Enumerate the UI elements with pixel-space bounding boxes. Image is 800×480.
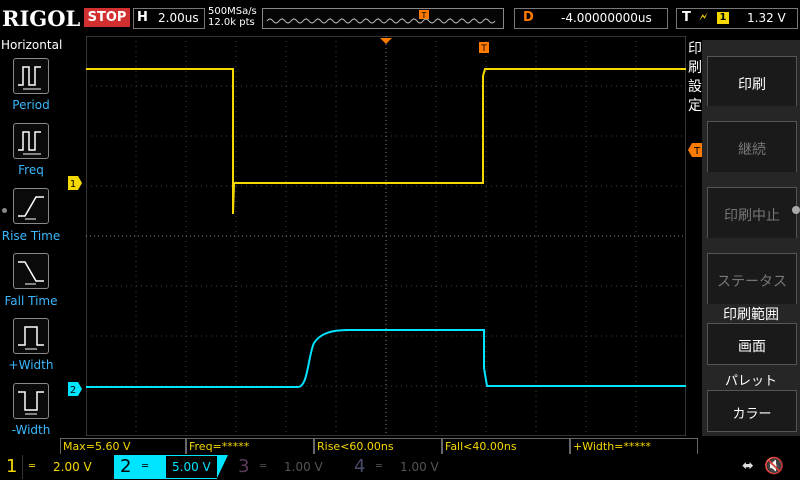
memory-depth: 12.0k pts [208, 17, 255, 28]
print-menu-title: 印刷設定 [688, 41, 702, 114]
rise-time-label: Rise Time [1, 229, 61, 243]
horizontal-key: H [137, 10, 148, 25]
measure-rise[interactable]: Rise<60.00ns [314, 438, 442, 455]
continue-button-label: 継続 [738, 142, 766, 158]
print-button-label: 印刷 [738, 77, 766, 93]
trigger-key: T [682, 10, 691, 25]
left-page-indicator [2, 208, 7, 213]
delay-value: -4.00000000us [561, 11, 652, 25]
print-range-select[interactable]: 画面 [707, 323, 797, 365]
ch2-active-tab[interactable]: 2 ═ 5.00 V [114, 455, 228, 479]
ch1-scale: 2.00 V [53, 460, 92, 474]
ch1-ground-label: 1 [70, 179, 76, 190]
negative-width-icon [18, 391, 44, 415]
delay-display[interactable]: D -4.00000000us [514, 8, 668, 29]
frequency-button[interactable] [13, 123, 49, 159]
ch3-scale: 1.00 V [284, 460, 323, 474]
ch3-number: 3 [238, 456, 250, 477]
fall-time-label: Fall Time [4, 294, 58, 308]
palette-label: パレット [724, 374, 777, 389]
timebase-value: 2.00us [158, 11, 199, 25]
ch2-number: 2 [120, 456, 132, 477]
waveform-overview[interactable]: T [262, 8, 504, 29]
usb-icon: ⬌ [742, 458, 754, 474]
delay-key: D [523, 10, 534, 25]
status-button-label: ステータス [717, 274, 787, 290]
period-label: Period [12, 98, 50, 112]
ch2-coupling-icon: ═ [142, 461, 149, 472]
fall-time-icon [18, 261, 44, 285]
ch1-scale-button[interactable]: ═ 2.00 V [22, 455, 111, 479]
frequency-label: Freq [18, 163, 44, 177]
trigger-level-marker-label: T [693, 146, 701, 157]
print-range-value: 画面 [738, 339, 766, 355]
frequency-icon [18, 131, 41, 155]
ch3-scale-button[interactable]: ═ 1.00 V [254, 455, 348, 479]
positive-width-button[interactable] [13, 318, 49, 354]
measure-fall[interactable]: Fall<40.00ns [442, 438, 570, 455]
continue-button[interactable]: 継続 [707, 121, 797, 178]
measure-max[interactable]: Max=5.60 V [60, 438, 186, 455]
ch2-ground-marker[interactable]: 2 [68, 382, 84, 396]
abort-print-button-label: 印刷中止 [724, 208, 780, 224]
positive-width-label: +Width [8, 358, 54, 372]
ch3-coupling-icon: ═ [260, 461, 267, 472]
rise-time-icon [18, 196, 44, 220]
horizontal-timebase[interactable]: H 2.00us [133, 8, 205, 29]
negative-width-label: -Width [11, 423, 51, 437]
measure-pwidth-text: +Width=***** [573, 440, 651, 453]
print-range-label: 印刷範囲 [723, 307, 779, 323]
ch4-coupling-icon: ═ [376, 461, 383, 472]
status-button[interactable]: ステータス [707, 253, 797, 310]
negative-width-button[interactable] [13, 383, 49, 419]
abort-print-button[interactable]: 印刷中止 [707, 187, 797, 244]
overview-trigger-label: T [421, 11, 427, 20]
trigger-source: 1 [717, 12, 729, 24]
measure-freq[interactable]: Freq=***** [186, 438, 314, 455]
ch4-number: 4 [354, 456, 366, 477]
measure-freq-text: Freq=***** [189, 440, 250, 453]
print-button[interactable]: 印刷 [707, 56, 797, 113]
measure-pwidth[interactable]: +Width=***** [570, 438, 698, 455]
measure-fall-text: Fall<40.00ns [445, 440, 517, 453]
trigger-display[interactable]: T 🗲 1 1.32 V [676, 8, 798, 29]
acquisition-info: 500MSa/s 12.0k pts [208, 6, 257, 28]
trigger-level-marker[interactable]: T [686, 143, 702, 157]
rising-edge-icon: 🗲 [699, 10, 708, 25]
ch4-scale: 1.00 V [400, 460, 439, 474]
ch2-ground-label: 2 [70, 385, 76, 396]
sound-mute-icon[interactable]: 🔇 [764, 456, 784, 475]
delay-trigger-marker-label: T [480, 44, 487, 54]
brand-logo: RIGOL [2, 6, 81, 31]
rise-time-button[interactable] [13, 188, 49, 224]
run-stop-button[interactable]: STOP [84, 8, 130, 27]
trigger-level: 1.32 V [747, 11, 786, 25]
period-button[interactable] [13, 58, 49, 94]
menu-page-indicator [792, 206, 800, 214]
ch1-number: 1 [6, 456, 18, 477]
period-icon [18, 66, 41, 90]
palette-select[interactable]: カラー [707, 390, 797, 432]
ch2-scale: 5.00 V [166, 456, 217, 478]
measure-max-text: Max=5.60 V [63, 440, 131, 453]
measure-rise-text: Rise<60.00ns [317, 440, 394, 453]
palette-value: カラー [732, 407, 772, 422]
ch1-ground-marker[interactable]: 1 [68, 176, 84, 190]
ch1-coupling-icon: ═ [29, 461, 36, 472]
fall-time-button[interactable] [13, 253, 49, 289]
sample-rate: 500MSa/s [208, 6, 257, 17]
positive-width-icon [18, 326, 44, 350]
overview-waveform: T [266, 10, 496, 24]
ch4-scale-button[interactable]: ═ 1.00 V [370, 455, 464, 479]
left-menu-title: Horizontal [1, 38, 63, 52]
waveform-display[interactable]: T [86, 36, 686, 436]
